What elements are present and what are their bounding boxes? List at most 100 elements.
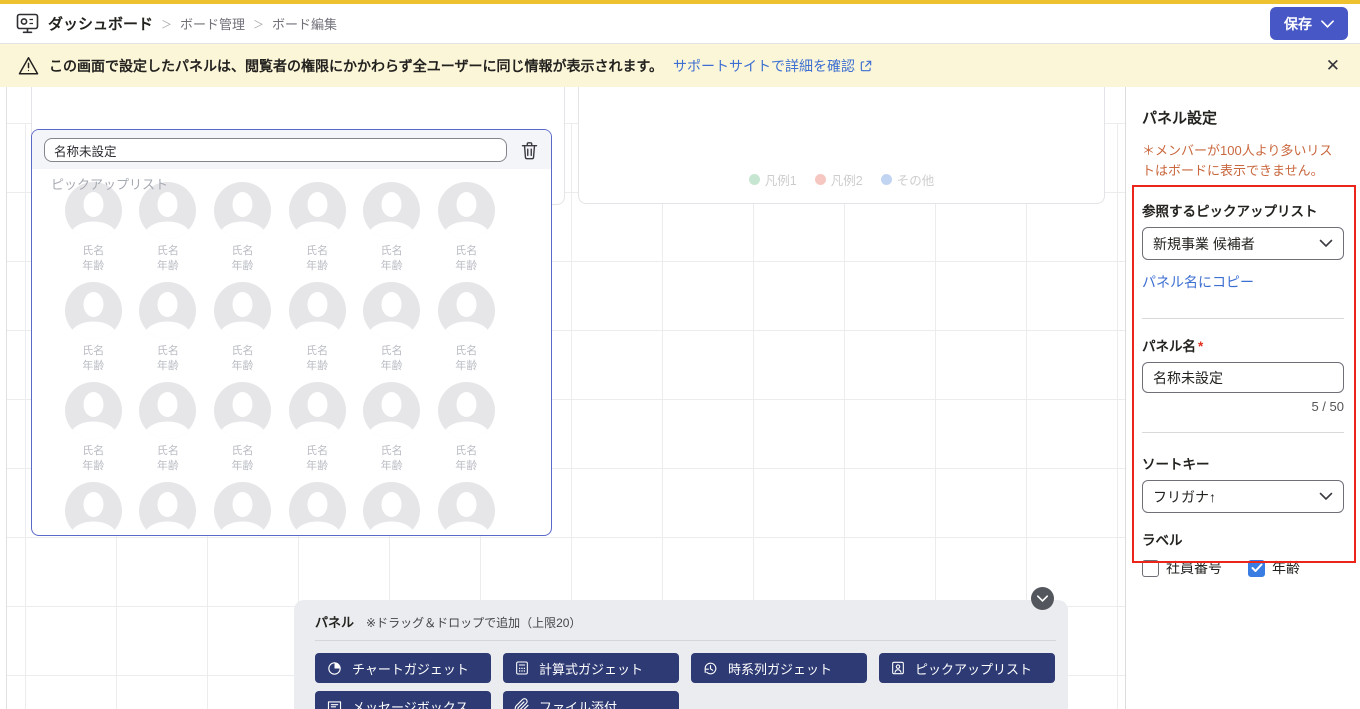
breadcrumb-root[interactable]: ダッシュボード: [48, 13, 153, 34]
legend-item: その他: [880, 170, 934, 189]
chart-legend: 凡例1 凡例2 その他: [748, 170, 934, 189]
widget-tray: パネル ※ドラッグ＆ドロップで追加（上限20） チャートガジェット 計算式ガジェ…: [294, 587, 1068, 709]
avatar-icon: [139, 382, 197, 439]
avatar-name-label: 氏名: [306, 245, 329, 257]
widget-message-box-button[interactable]: メッセージボックス: [315, 691, 491, 709]
avatar-placeholder-cell: 氏名 年齢: [280, 182, 355, 274]
calculator-icon: [516, 661, 528, 675]
avatar-placeholder-cell: 氏名 年齢: [205, 382, 280, 474]
breadcrumb-board-management[interactable]: ボード管理: [180, 14, 245, 33]
legend-label: 凡例1: [764, 174, 797, 188]
avatar-icon: [64, 282, 122, 339]
warning-banner-text: この画面で設定したパネルは、閲覧者の権限にかかわらず全ユーザーに同じ情報が表示さ…: [49, 57, 664, 74]
avatar-icon: [288, 282, 346, 339]
avatar-icon: [213, 382, 271, 439]
breadcrumb-board-edit: ボード編集: [272, 17, 338, 32]
avatar-labels: 氏名 年齢: [157, 444, 179, 474]
save-button[interactable]: 保存: [1270, 7, 1348, 40]
sort-key-value: フリガナ↑: [1153, 488, 1216, 505]
chevron-down-icon: [1319, 492, 1333, 501]
avatar-name-label: 氏名: [231, 445, 254, 457]
checkbox-box: [1248, 559, 1265, 577]
warning-triangle-icon: [18, 56, 39, 75]
avatar-icon: [213, 282, 271, 339]
avatar-age-label: 年齢: [231, 360, 254, 372]
avatar-name-label: 氏名: [156, 445, 179, 457]
widget-button-label: ファイル添付: [539, 699, 618, 709]
tray-collapse-button[interactable]: [1031, 587, 1054, 610]
avatar-placeholder-cell: 氏名 年齢: [280, 482, 355, 535]
avatar-icon: [64, 382, 122, 439]
avatar-placeholder-cell: 氏名 年齢: [280, 382, 355, 474]
avatar-age-label: 年齢: [306, 360, 329, 372]
avatar-name-label: 氏名: [455, 345, 478, 357]
panel-settings-sidebar: パネル設定 ＊メンバーが100人より多いリストはボードに表示できません。 参照す…: [1125, 87, 1360, 709]
avatar-icon: [139, 482, 197, 535]
avatar-age-label: 年齢: [455, 460, 478, 472]
avatar-labels: 氏名 年齢: [381, 344, 403, 374]
support-site-link[interactable]: サポートサイトで詳細を確認: [673, 56, 873, 76]
legend-item: 凡例1: [748, 170, 797, 189]
avatar-icon: [363, 182, 421, 239]
sidebar-title: パネル設定: [1142, 110, 1218, 127]
avatar-name-label: 氏名: [380, 345, 403, 357]
breadcrumb-separator: ＞: [161, 18, 173, 31]
avatar-labels: 氏名 年齢: [231, 344, 253, 374]
widget-button-label: 時系列ガジェット: [728, 661, 833, 677]
avatar-placeholder-cell: 氏名 年齢: [354, 382, 429, 474]
avatar-placeholder-cell: 氏名 年齢: [131, 482, 206, 535]
pie-chart-icon: [328, 661, 341, 675]
avatar-name-label: 氏名: [306, 345, 329, 357]
panel-name-input[interactable]: [1142, 362, 1344, 393]
widget-formula-button[interactable]: 計算式ガジェット: [503, 653, 679, 683]
avatar-labels: 氏名 年齢: [381, 444, 403, 474]
avatar-icon: [213, 182, 271, 239]
sort-key-select[interactable]: フリガナ↑: [1142, 480, 1344, 513]
avatar-placeholder-cell: 氏名 年齢: [429, 382, 504, 474]
copy-to-panel-name-link[interactable]: パネル名にコピー: [1142, 272, 1254, 292]
delete-panel-button[interactable]: [515, 137, 543, 163]
avatar-age-label: 年齢: [306, 460, 329, 472]
avatar-age-label: 年齢: [380, 260, 403, 272]
widget-timeseries-button[interactable]: 時系列ガジェット: [691, 653, 867, 683]
widget-file-attach-button[interactable]: ファイル添付: [503, 691, 679, 709]
avatar-labels: 氏名 年齢: [455, 444, 477, 474]
panel-card-partial-chart[interactable]: 凡例1 凡例2 その他: [578, 87, 1105, 204]
checkbox-box: [1142, 559, 1159, 577]
tray-title: パネル: [315, 615, 355, 630]
pickup-list-panel-selected[interactable]: ピックアップリスト 氏名 年齢 氏名 年齢: [31, 129, 552, 536]
widget-button-label: 計算式ガジェット: [539, 661, 644, 677]
tray-header: パネル ※ドラッグ＆ドロップで追加（上限20）: [315, 612, 1056, 641]
chevron-down-icon: [1037, 595, 1048, 602]
legend-label: 凡例2: [830, 174, 863, 188]
avatar-age-label: 年齢: [82, 460, 105, 472]
divider: [1142, 318, 1344, 319]
widget-pickup-list-button[interactable]: ピックアップリスト: [879, 653, 1055, 683]
banner-close-button[interactable]: ✕: [1326, 57, 1340, 74]
widget-chart-button[interactable]: チャートガジェット: [315, 653, 491, 683]
avatar-icon: [363, 282, 421, 339]
time-series-icon: [704, 662, 717, 674]
panel-title-input[interactable]: [44, 138, 507, 162]
avatar-labels: 氏名 年齢: [82, 444, 104, 474]
avatar-age-label: 年齢: [156, 360, 179, 372]
checkbox-age[interactable]: 年齢: [1248, 558, 1300, 578]
avatar-labels: 氏名 年齢: [381, 244, 403, 274]
check-icon: [1251, 563, 1262, 572]
checkbox-employee-number[interactable]: 社員番号: [1142, 558, 1222, 578]
reference-list-select[interactable]: 新規事業 候補者: [1142, 227, 1344, 260]
avatar-labels: 氏名 年齢: [157, 244, 179, 274]
trash-icon: [521, 141, 537, 159]
avatar-name-label: 氏名: [231, 345, 254, 357]
paperclip-icon: [514, 698, 529, 709]
board-canvas: 凡例1 凡例2 その他 名称未設定 ピックアップリスト 氏名 年齢 氏名 年齢 …: [0, 87, 1125, 709]
avatar-placeholder-cell: 氏名 年齢: [56, 482, 131, 535]
chevron-down-icon: [1319, 239, 1333, 248]
avatar-age-label: 年齢: [455, 260, 478, 272]
avatar-name-label: 氏名: [455, 445, 478, 457]
avatar-name-label: 氏名: [231, 245, 254, 257]
avatar-icon: [437, 182, 495, 239]
avatar-icon: [288, 382, 346, 439]
avatar-placeholder-cell: 氏名 年齢: [354, 182, 429, 274]
avatar-placeholder-cell: 氏名 年齢: [56, 382, 131, 474]
